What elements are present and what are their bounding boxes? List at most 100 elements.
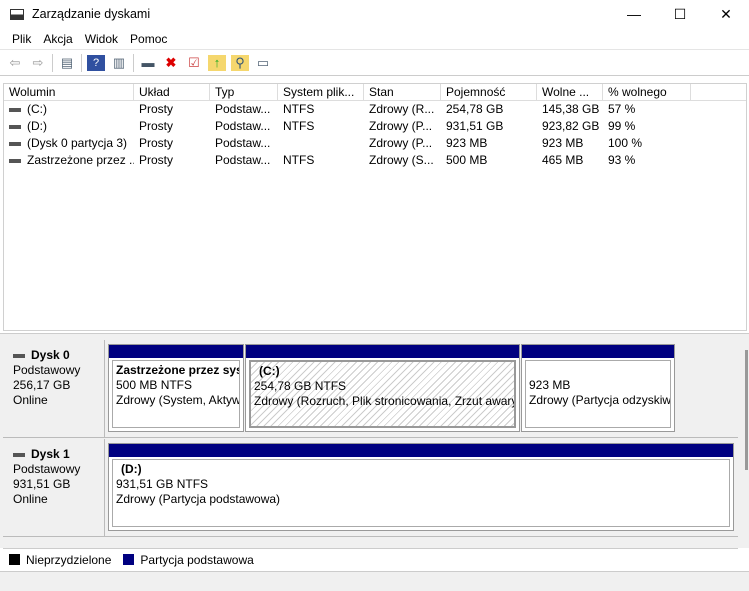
disk-type: Podstawowy [13, 462, 81, 476]
table-row[interactable]: (Dysk 0 partycja 3) Prosty Podstaw... Zdrow… [4, 135, 746, 152]
search-icon[interactable]: ⚲ [231, 54, 249, 71]
cell: Podstaw... [210, 118, 278, 135]
minimize-button[interactable]: — [611, 0, 657, 28]
cell: 93 % [603, 152, 691, 169]
connect-icon[interactable]: ▬ [139, 55, 157, 71]
table-row[interactable]: (D:) Prosty Podstaw... NTFS Zdrowy (P... 931,… [4, 118, 746, 135]
cell: (Dysk 0 partycja 3) [4, 135, 134, 152]
disk-size: 931,51 GB [13, 477, 71, 491]
cell: Podstaw... [210, 101, 278, 118]
disk-1-row[interactable]: Dysk 1 Podstawowy 931,51 GB Online (D:) 9… [3, 439, 738, 537]
cell-text: Podstaw... [215, 102, 271, 116]
cell-text: (D:) [27, 119, 47, 133]
cell-text: NTFS [283, 102, 315, 116]
cell-text: 99 % [608, 119, 636, 133]
partition-recovery[interactable]: 923 MB Zdrowy (Partycja odzyskiw [521, 344, 675, 432]
cell-text: 57 % [608, 102, 636, 116]
col-filesystem[interactable]: System plik... [278, 84, 364, 100]
disk-icon [13, 353, 25, 358]
volume-list: Wolumin Układ Typ System plik... Stan Po… [3, 83, 747, 331]
col-layout[interactable]: Układ [134, 84, 210, 100]
table-row[interactable]: (C:) Prosty Podstaw... NTFS Zdrowy (R... 254,… [4, 101, 746, 118]
cell-text: 254,78 GB [446, 102, 504, 116]
partition-size: 500 MB NTFS [116, 378, 193, 392]
cell-text: Prosty [139, 136, 174, 150]
cell: Zdrowy (S... [364, 152, 441, 169]
cell: 465 MB [537, 152, 603, 169]
partition-name: (D:) [121, 462, 142, 476]
col-volume[interactable]: Wolumin [4, 84, 134, 100]
menu-help[interactable]: Pomoc [124, 32, 173, 46]
help-icon[interactable]: ? [87, 54, 105, 71]
close-button[interactable]: ✕ [703, 0, 749, 28]
cell: Zastrzeżone przez ... [4, 152, 134, 169]
cell-text: 923 MB [446, 136, 488, 150]
cell-text: 931,51 GB [446, 119, 504, 133]
partition-size: 931,51 GB NTFS [116, 477, 209, 491]
partition-status: Zdrowy (Partycja odzyskiw [529, 393, 671, 407]
check-icon[interactable]: ☑ [185, 55, 203, 71]
menu-action[interactable]: Akcja [37, 32, 78, 46]
partition-name: Zastrzeżone przez sys [116, 363, 240, 377]
cell: Prosty [134, 152, 210, 169]
cell: 923 MB [441, 135, 537, 152]
partition-c[interactable]: (C:) 254,78 GB NTFS Zdrowy (Rozruch, Plik … [245, 344, 520, 432]
cell-text: Podstaw... [215, 153, 271, 167]
cell-text: 923 MB [542, 136, 584, 150]
volume-icon [9, 107, 21, 112]
table-row[interactable]: Zastrzeżone przez ... Prosty Podstaw... NTF… [4, 152, 746, 169]
toolbar: ⇦ ⇨ ▤ ? ▥ ▬ ✖ ☑ ↑ ⚲ ▭ [0, 50, 749, 76]
cell: 99 % [603, 118, 691, 135]
partition-d[interactable]: (D:) 931,51 GB NTFS Zdrowy (Partycja podst… [108, 443, 734, 531]
partition-status: Zdrowy (Partycja podstawowa) [116, 492, 281, 506]
import-icon[interactable]: ↑ [208, 54, 226, 71]
maximize-button[interactable]: ☐ [657, 0, 703, 28]
cell-text: Podstaw... [215, 119, 271, 133]
partition-reserved[interactable]: Zastrzeżone przez sys 500 MB NTFS Zdrowy (… [108, 344, 244, 432]
col-type[interactable]: Typ [210, 84, 278, 100]
settings-icon[interactable]: ▭ [254, 55, 272, 71]
status-bar [0, 571, 749, 591]
cell: (C:) [4, 101, 134, 118]
cell [278, 135, 364, 152]
cell-text: 93 % [608, 153, 636, 167]
col-free[interactable]: Wolne ... [537, 84, 603, 100]
disk-type: Podstawowy [13, 363, 81, 377]
cell-text: Zdrowy (P... [369, 136, 433, 150]
col-capacity[interactable]: Pojemność [441, 84, 537, 100]
col-percent-free[interactable]: % wolnego [603, 84, 691, 100]
cell-text: NTFS [283, 153, 315, 167]
legend-primary: Partycja podstawowa [140, 552, 254, 567]
disk-1-info[interactable]: Dysk 1 Podstawowy 931,51 GB Online [3, 439, 105, 536]
cell: NTFS [278, 118, 364, 135]
console-tree-icon[interactable]: ▤ [58, 55, 76, 71]
delete-icon[interactable]: ✖ [162, 55, 180, 71]
cell-text: Prosty [139, 119, 174, 133]
volume-icon [9, 141, 21, 146]
disk-icon [13, 452, 25, 457]
partition-size: 923 MB [529, 378, 571, 392]
back-icon[interactable]: ⇦ [6, 55, 24, 71]
col-status[interactable]: Stan [364, 84, 441, 100]
cell: Zdrowy (P... [364, 135, 441, 152]
cell: NTFS [278, 152, 364, 169]
disk-0-info[interactable]: Dysk 0 Podstawowy 256,17 GB Online [3, 340, 105, 437]
partition-status: Zdrowy (System, Aktyw [116, 393, 240, 407]
properties-view-icon[interactable]: ▥ [110, 55, 128, 71]
cell-text: Zdrowy (P... [369, 119, 433, 133]
cell: Prosty [134, 101, 210, 118]
menu-view[interactable]: Widok [79, 32, 124, 46]
cell-text: Zdrowy (R... [369, 102, 435, 116]
disk-name: Dysk 1 [31, 447, 70, 461]
disk-0-row[interactable]: Dysk 0 Podstawowy 256,17 GB Online Zastr… [3, 340, 738, 438]
cell-text: (Dysk 0 partycja 3) [27, 136, 128, 150]
forward-icon[interactable]: ⇨ [29, 55, 47, 71]
legend-unallocated: Nieprzydzielone [26, 552, 112, 567]
cell: (D:) [4, 118, 134, 135]
vertical-scrollbar[interactable] [745, 350, 748, 470]
cell: 923,82 GB [537, 118, 603, 135]
menu-file[interactable]: Plik [6, 32, 37, 46]
legend: Nieprzydzielone Partycja podstawowa [3, 548, 738, 570]
cell-text: 100 % [608, 136, 643, 150]
menu-bar: Plik Akcja Widok Pomoc [0, 28, 749, 50]
